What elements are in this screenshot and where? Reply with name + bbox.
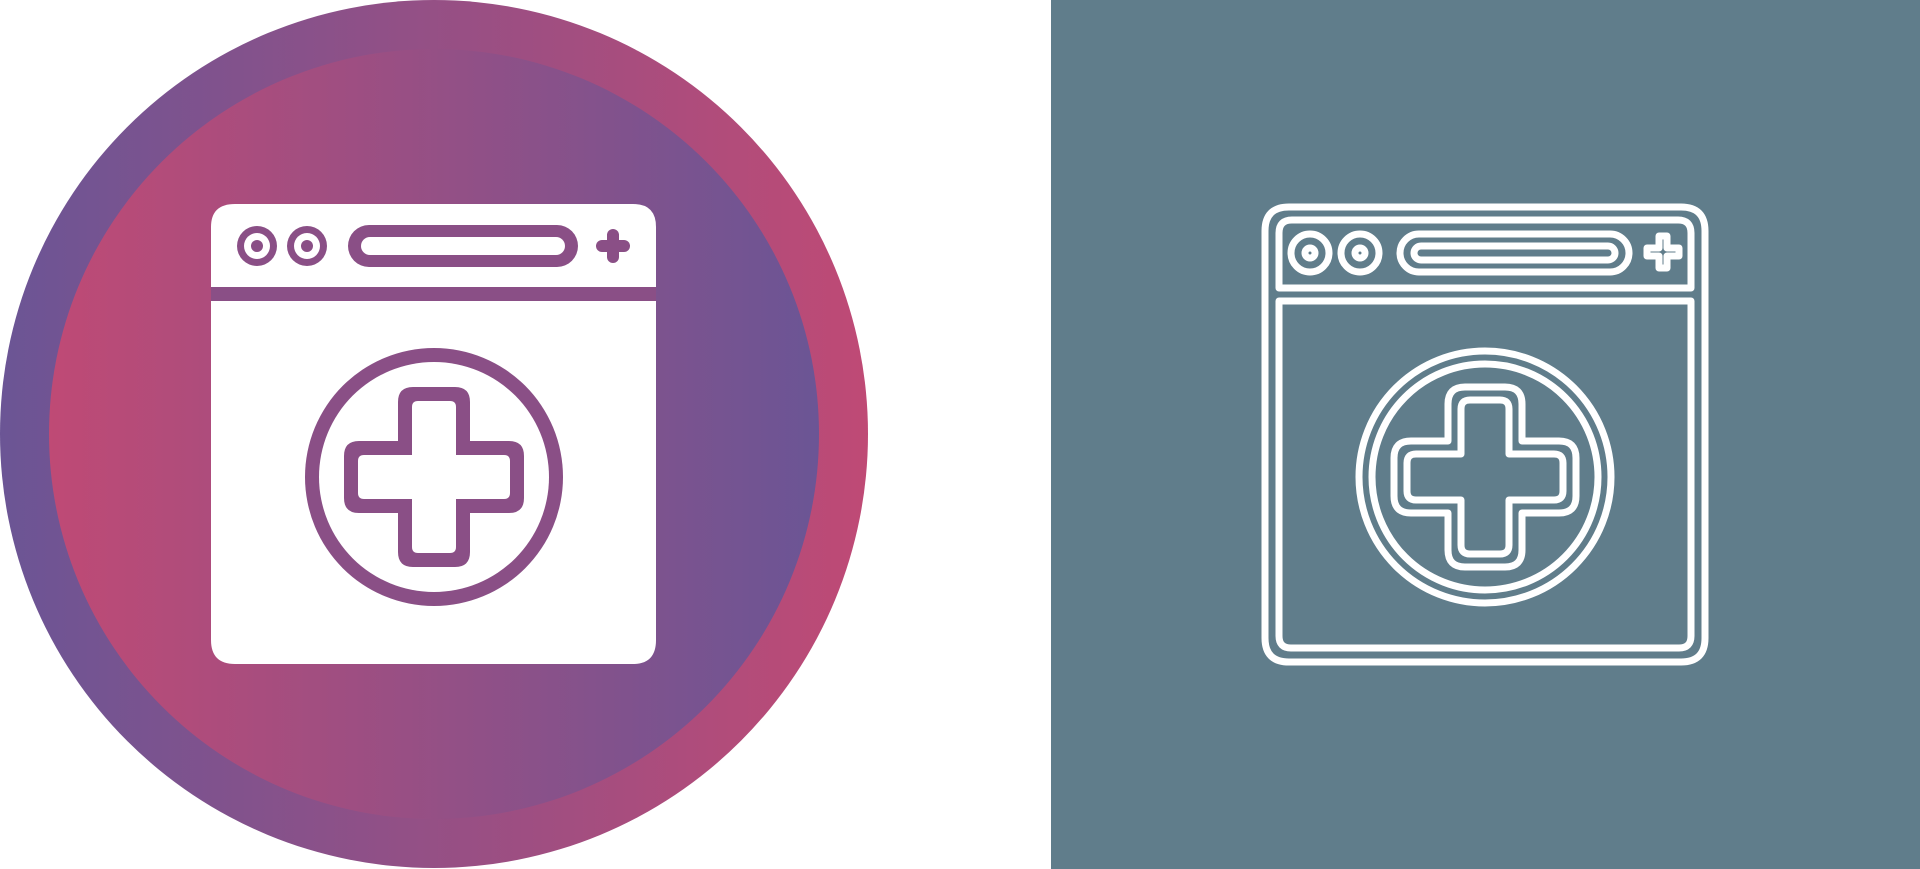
slate-background-square bbox=[1051, 0, 1920, 869]
window-dot-2-icon bbox=[287, 226, 327, 266]
outline-variant-svg bbox=[1051, 0, 1920, 869]
icon-showcase bbox=[0, 0, 1920, 869]
outline-variant-panel bbox=[1051, 0, 1920, 869]
glyph-variant-panel bbox=[0, 0, 1051, 869]
medical-cross-badge-icon bbox=[305, 348, 563, 606]
browser-header-divider bbox=[211, 287, 656, 301]
glyph-variant-svg bbox=[0, 0, 868, 868]
window-dot-1-icon bbox=[237, 226, 277, 266]
medical-browser-icon bbox=[211, 204, 656, 664]
